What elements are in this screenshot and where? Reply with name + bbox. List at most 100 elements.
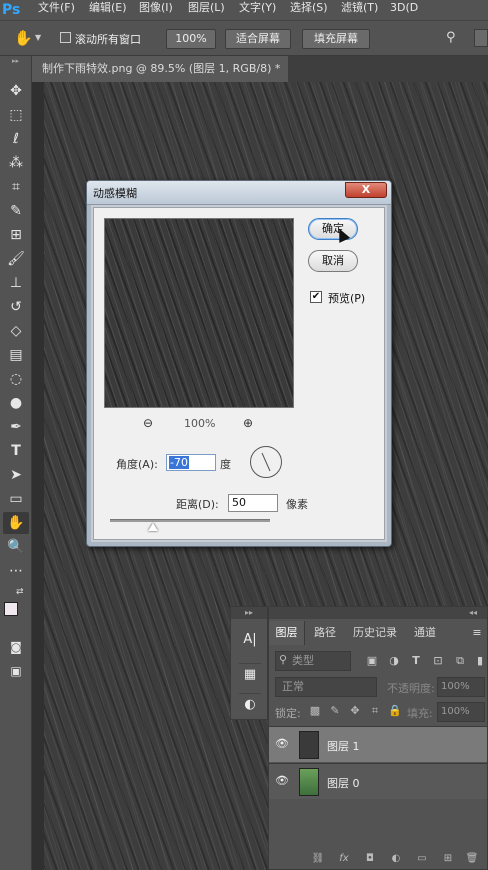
layer-row[interactable]: 👁 图层 0 — [269, 763, 487, 799]
fill-screen-button[interactable]: 填充屏幕 — [302, 29, 370, 49]
layer-row[interactable]: 👁 图层 1 — [269, 726, 487, 762]
scroll-all-label: 滚动所有窗口 — [75, 33, 141, 46]
more-icon[interactable]: ⋯ — [3, 560, 29, 582]
type-icon[interactable]: T — [3, 440, 29, 462]
layers-panel: ◂◂ 图层 路径 历史记录 通道 ≡ 类型 ⚲ ▣ ◑ T ⊡ ⧉ ▮ 正常 不… — [268, 606, 488, 870]
filter-adjustment-icon[interactable]: ◑ — [387, 653, 401, 669]
pen-icon[interactable]: ✒ — [3, 416, 29, 438]
lock-artboard-icon[interactable]: ⌗ — [367, 703, 383, 719]
zoom-in-icon[interactable]: ⊕ — [241, 416, 255, 430]
filter-pixel-icon[interactable]: ▣ — [365, 653, 379, 669]
path-select-icon[interactable]: ➤ — [3, 464, 29, 486]
workspace-button[interactable] — [474, 29, 488, 47]
angle-label: 角度(A): — [116, 458, 158, 471]
brush-icon[interactable]: 🖌 — [3, 248, 29, 270]
filter-type-icon[interactable]: T — [409, 653, 423, 669]
eyedropper-icon[interactable]: ✎ — [3, 200, 29, 222]
lasso-icon[interactable]: ℓ — [3, 128, 29, 150]
eye-icon[interactable]: 👁 — [275, 737, 289, 751]
fill-input[interactable]: 100% — [437, 702, 485, 722]
menu-image[interactable]: 图像(I) — [139, 0, 173, 16]
stamp-icon[interactable]: ⊥ — [3, 272, 29, 294]
cancel-button[interactable]: 取消 — [308, 250, 358, 272]
filter-smart-icon[interactable]: ⧉ — [453, 653, 467, 669]
character-panel-icon[interactable]: A| — [239, 629, 261, 651]
angle-unit: 度 — [220, 458, 231, 471]
menu-bar: Ps 文件(F) 编辑(E) 图像(I) 图层(L) 文字(Y) 选择(S) 滤… — [0, 0, 488, 20]
chevron-down-icon[interactable]: ▼ — [35, 33, 41, 42]
healing-icon[interactable]: ⊞ — [3, 224, 29, 246]
zoom-out-icon[interactable]: ⊖ — [141, 416, 155, 430]
filter-toggle-icon[interactable]: ▮ — [473, 653, 487, 669]
distance-input[interactable]: 50 — [228, 494, 278, 512]
foreground-color-swatch[interactable] — [4, 602, 18, 616]
panel-menu-icon[interactable]: ≡ — [467, 621, 487, 645]
document-tab[interactable]: 制作下雨特效.png @ 89.5% (图层 1, RGB/8) * × — [32, 56, 288, 101]
zoom-100-button[interactable]: 100% — [166, 29, 216, 49]
marquee-icon[interactable]: ⬚ — [3, 104, 29, 126]
group-icon[interactable]: ▭ — [413, 851, 431, 867]
filter-preview[interactable] — [104, 218, 294, 408]
crop-icon[interactable]: ⌗ — [3, 176, 29, 198]
magic-wand-icon[interactable]: ⁂ — [3, 152, 29, 174]
history-brush-icon[interactable]: ↺ — [3, 296, 29, 318]
layer-thumbnail — [299, 768, 319, 796]
search-icon[interactable]: ⚲ — [446, 30, 462, 46]
menu-layer[interactable]: 图层(L) — [188, 0, 225, 16]
distance-slider[interactable] — [110, 519, 270, 522]
gradient-icon[interactable]: ▤ — [3, 344, 29, 366]
filter-shape-icon[interactable]: ⊡ — [431, 653, 445, 669]
scroll-all-checkbox[interactable] — [60, 32, 71, 43]
fit-screen-button[interactable]: 适合屏幕 — [225, 29, 291, 49]
hand-tool-icon[interactable]: ✋ — [14, 29, 33, 47]
eye-icon[interactable]: 👁 — [275, 774, 289, 788]
eraser-icon[interactable]: ◇ — [3, 320, 29, 342]
opacity-input[interactable]: 100% — [437, 677, 485, 697]
hand-icon[interactable]: ✋ — [3, 512, 29, 534]
link-icon[interactable]: ⛓ — [309, 851, 327, 867]
menu-filter[interactable]: 滤镜(T) — [341, 0, 378, 16]
adjustment-icon[interactable]: ◐ — [387, 851, 405, 867]
tab-channels[interactable]: 通道 — [407, 621, 443, 645]
menu-3d[interactable]: 3D(D — [390, 0, 418, 16]
menu-type[interactable]: 文字(Y) — [239, 0, 276, 16]
mask-icon[interactable]: ◘ — [361, 851, 379, 867]
adjustments-panel-icon[interactable]: ◐ — [239, 693, 261, 715]
blur-icon[interactable]: ◌ — [3, 368, 29, 390]
dialog-titlebar[interactable]: 动感模糊 X — [87, 181, 391, 205]
angle-dial-needle — [261, 452, 271, 472]
fill-label: 填充: — [407, 707, 433, 720]
angle-input[interactable]: -70 — [166, 454, 216, 471]
dock-header[interactable]: ▸▸ — [231, 607, 267, 619]
dialog-close-button[interactable]: X — [345, 182, 387, 198]
distance-slider-thumb[interactable] — [148, 523, 158, 531]
properties-panel-icon[interactable]: ▦ — [239, 663, 261, 685]
lock-position-icon[interactable]: ✥ — [347, 703, 363, 719]
lock-pixels-icon[interactable]: ✎ — [327, 703, 343, 719]
preview-checkbox[interactable]: ✔ — [310, 291, 322, 303]
tab-history[interactable]: 历史记录 — [345, 621, 405, 645]
screen-mode-icon[interactable]: ▣ — [3, 660, 29, 682]
menu-file[interactable]: 文件(F) — [38, 0, 75, 16]
fx-icon[interactable]: fx — [335, 851, 353, 867]
zoom-icon[interactable]: 🔍 — [3, 536, 29, 558]
menu-select[interactable]: 选择(S) — [290, 0, 328, 16]
new-layer-icon[interactable]: ⊞ — [439, 851, 457, 867]
quick-mask-icon[interactable]: ◙ — [3, 636, 29, 658]
lock-all-icon[interactable]: 🔒 — [387, 703, 403, 719]
ok-button[interactable]: 确定 — [308, 218, 358, 240]
layer-thumbnail — [299, 731, 319, 759]
tab-paths[interactable]: 路径 — [307, 621, 343, 645]
tab-layers[interactable]: 图层 — [269, 621, 305, 645]
trash-icon[interactable]: 🗑 — [463, 851, 481, 867]
dodge-icon[interactable]: ● — [3, 392, 29, 414]
menu-edit[interactable]: 编辑(E) — [89, 0, 127, 16]
blend-mode-select[interactable]: 正常 — [275, 677, 377, 697]
layers-panel-header[interactable]: ◂◂ — [269, 607, 487, 619]
shape-icon[interactable]: ▭ — [3, 488, 29, 510]
collapse-icon[interactable]: ▸▸ — [0, 56, 31, 66]
swap-colors-icon[interactable]: ⇄ — [16, 587, 24, 597]
angle-dial[interactable] — [250, 446, 282, 478]
move-icon[interactable]: ✥ — [3, 80, 29, 102]
lock-transparency-icon[interactable]: ▩ — [307, 703, 323, 719]
